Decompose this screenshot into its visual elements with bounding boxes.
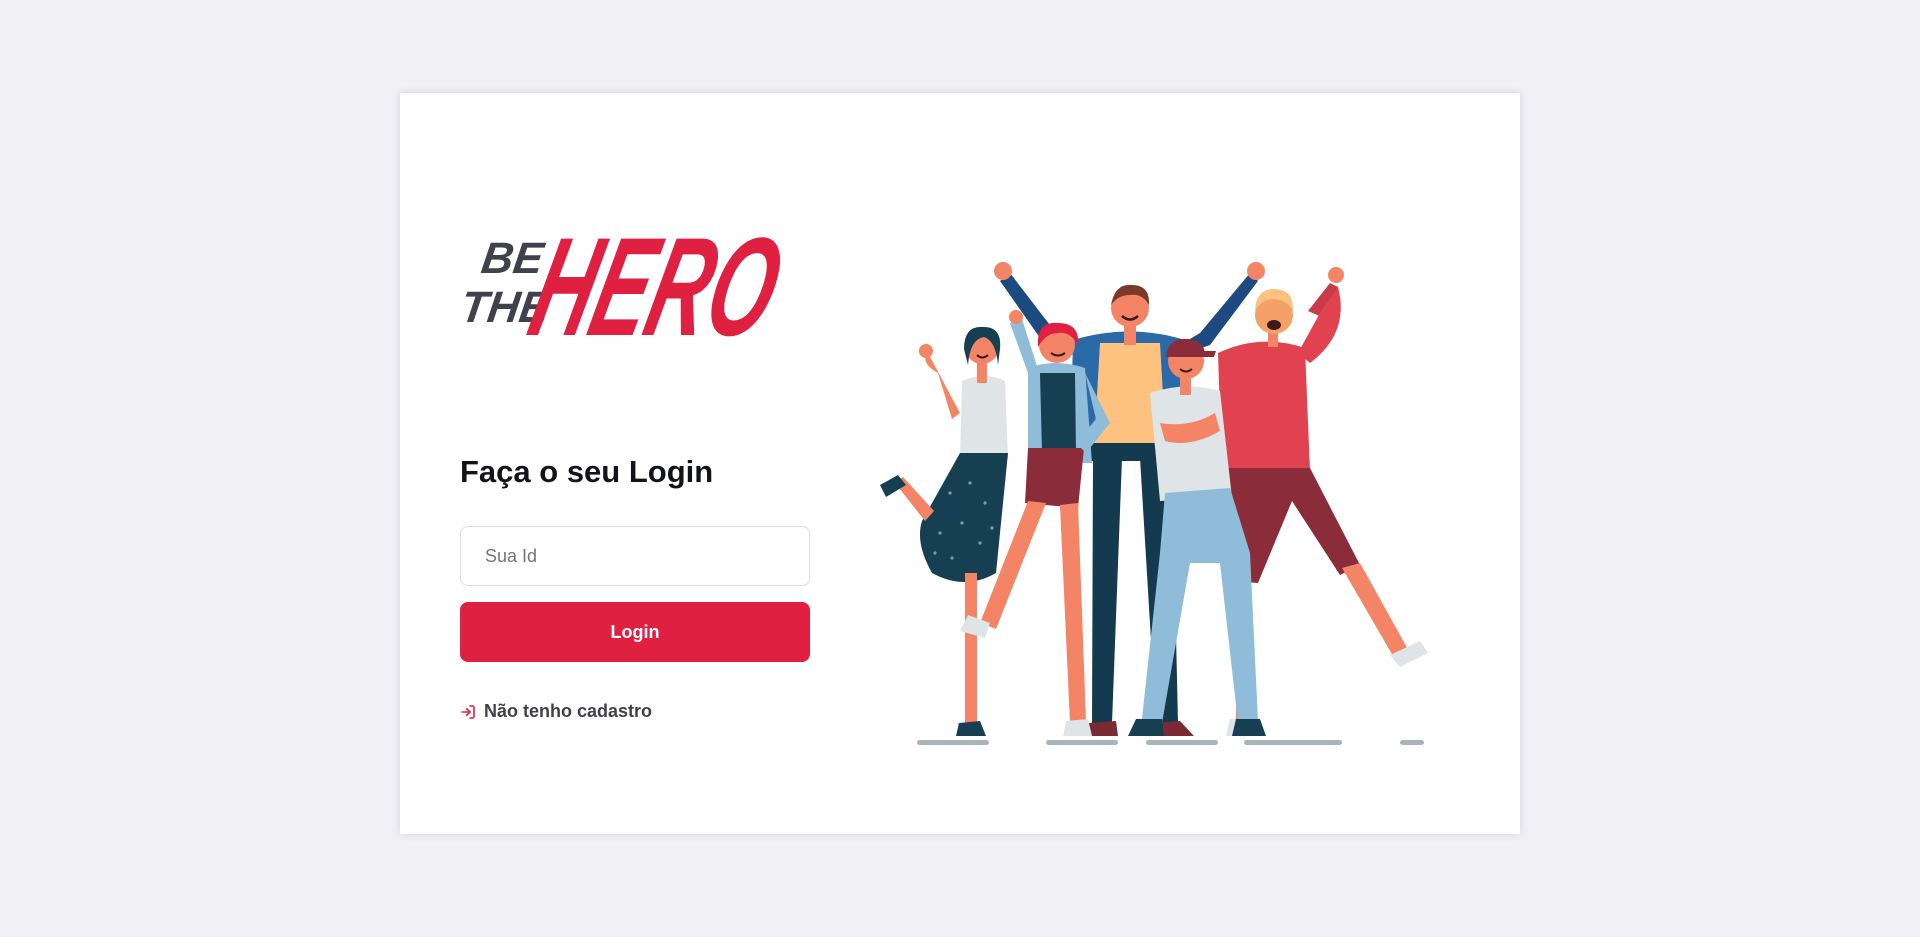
log-in-icon <box>460 704 476 720</box>
logo-hero: HERO <box>517 209 796 351</box>
heroes-illustration <box>880 262 1428 745</box>
ground-lines <box>917 740 1424 745</box>
login-form-section: BE THE HERO Faça o seu Login Login Não t… <box>458 93 810 834</box>
register-link-label: Não tenho cadastro <box>484 701 653 721</box>
register-link[interactable]: Não tenho cadastro <box>460 701 652 722</box>
id-input[interactable] <box>460 526 810 586</box>
logo-text-hero: HERO <box>517 209 796 351</box>
figure-woman-left <box>880 326 1008 736</box>
page-title: Faça o seu Login <box>460 454 714 489</box>
login-button[interactable]: Login <box>460 602 810 662</box>
be-the-hero-logo: BE THE HERO <box>458 209 796 351</box>
login-card: BE THE HERO Faça o seu Login Login Não t… <box>400 93 1520 834</box>
logo-text-be: BE <box>478 234 547 283</box>
